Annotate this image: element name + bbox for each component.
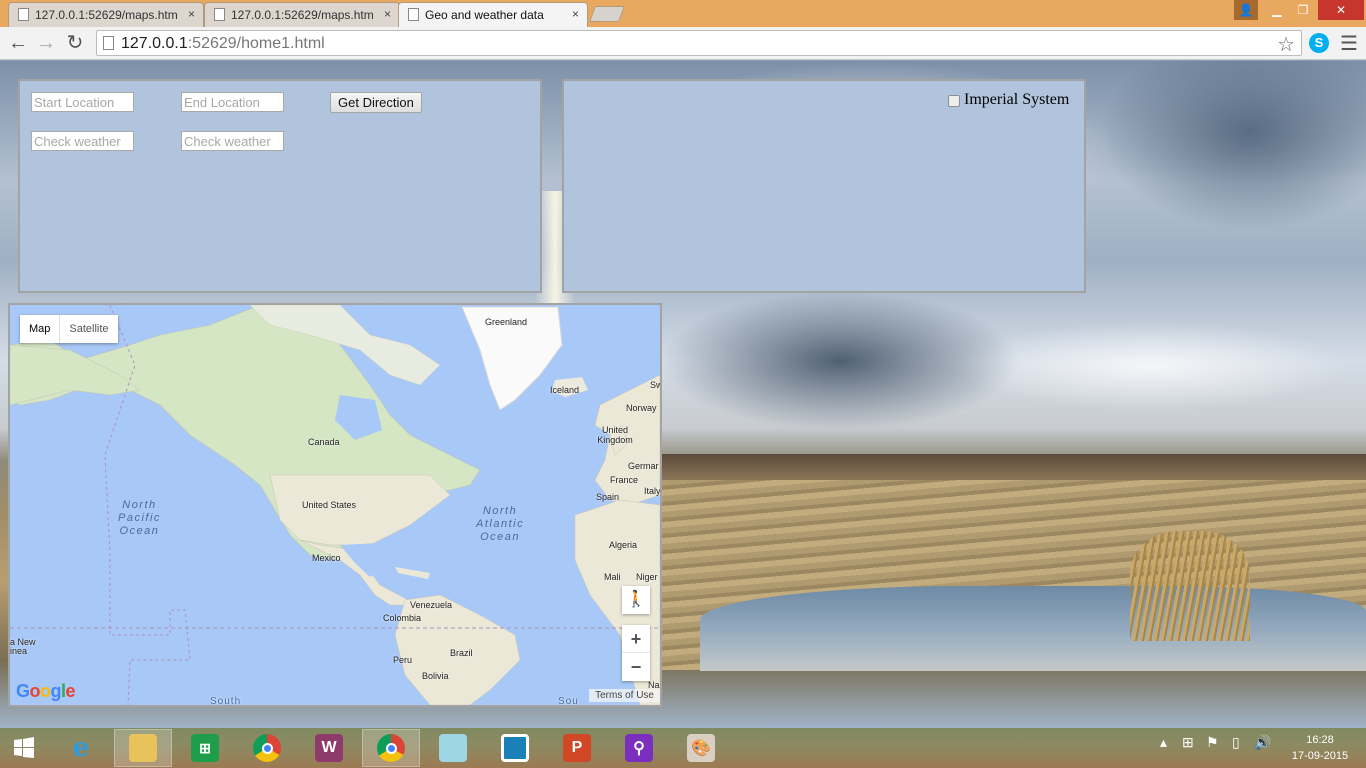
browser-toolbar: ← → ↻ 127.0.0.1:52629/home1.html ☆ S ☰	[0, 27, 1366, 60]
clock-time: 16:28	[1306, 734, 1334, 746]
map-label: Algeria	[609, 540, 638, 550]
terms-of-use-link[interactable]: Terms of Use	[589, 689, 660, 702]
back-arrow-icon[interactable]: ←	[6, 31, 30, 55]
start-button[interactable]	[0, 729, 48, 767]
imperial-system-checkbox[interactable]	[948, 95, 960, 107]
google-logo[interactable]: Google	[16, 681, 76, 702]
action-center-flag-icon[interactable]: ⚑	[1206, 734, 1219, 751]
search-icon[interactable]: ⚲	[610, 729, 668, 767]
windows-store-icon[interactable]: ⊞	[176, 729, 234, 767]
system-clock[interactable]: 16:28 17-09-2015	[1290, 732, 1350, 764]
map-type-satellite-button[interactable]: Satellite	[60, 315, 117, 343]
internet-explorer-icon[interactable]: e	[52, 729, 110, 767]
map-label: Sou	[558, 696, 579, 707]
zoom-in-button[interactable]: +	[622, 625, 650, 653]
restore-button[interactable]: ❐	[1290, 0, 1316, 20]
map-label: Venezuela	[410, 600, 453, 610]
map-label: South	[210, 696, 242, 707]
map-label: Niger	[636, 572, 658, 582]
notepad-icon[interactable]	[424, 729, 482, 767]
map-widget[interactable]: Map Satellite Greenland Iceland Sw Norwa…	[8, 303, 662, 707]
map-label: Colombia	[383, 613, 422, 623]
battery-icon[interactable]: ▯	[1232, 734, 1240, 751]
new-tab-button[interactable]	[589, 6, 625, 22]
clock-date: 17-09-2015	[1291, 750, 1349, 762]
browser-tab-2[interactable]: 127.0.0.1:52629/maps.htm ×	[204, 2, 400, 27]
map-type-map-button[interactable]: Map	[20, 315, 61, 343]
bookmark-star-icon[interactable]: ☆	[1277, 32, 1295, 57]
windows-logo-icon	[14, 737, 34, 758]
map-label: Greenland	[485, 317, 528, 327]
check-weather-input-1[interactable]	[31, 131, 134, 151]
map-label: Germar	[628, 461, 659, 471]
map-label: Norway	[626, 403, 657, 413]
address-bar[interactable]: 127.0.0.1:52629/home1.html ☆	[96, 30, 1302, 56]
page-icon	[408, 8, 419, 21]
file-explorer-icon[interactable]	[114, 729, 172, 767]
direction-panel: Get Direction	[18, 79, 542, 293]
zoom-out-button[interactable]: −	[622, 653, 650, 681]
reload-icon[interactable]: ↻	[63, 31, 87, 55]
browser-tab-active[interactable]: Geo and weather data ×	[398, 2, 588, 27]
map-label: Brazil	[450, 648, 473, 658]
url-text: 127.0.0.1:52629/home1.html	[121, 35, 325, 52]
tab-title: Geo and weather data	[425, 8, 544, 22]
zoom-control: + −	[622, 625, 650, 681]
minimize-button[interactable]: ▁	[1264, 0, 1290, 20]
weather-panel: Imperial System	[562, 79, 1086, 293]
close-tab-icon[interactable]: ×	[188, 7, 195, 21]
ocean-label: North Pacific Ocean	[118, 499, 161, 537]
user-profile-icon[interactable]: 👤	[1234, 0, 1258, 20]
winrar-icon[interactable]: W	[300, 729, 358, 767]
imperial-system-label: Imperial System	[964, 91, 1070, 108]
map-label: a New inea	[10, 637, 36, 656]
map-label: Bolivia	[422, 671, 449, 681]
check-weather-input-2[interactable]	[181, 131, 284, 151]
page-icon	[214, 8, 225, 21]
map-label: Sw	[650, 380, 662, 390]
app-icon[interactable]	[486, 729, 544, 767]
browser-tabstrip: 127.0.0.1:52629/maps.htm × 127.0.0.1:526…	[0, 0, 1366, 27]
tab-title: 127.0.0.1:52629/maps.htm	[231, 8, 374, 22]
street-view-pegman-icon[interactable]: 🚶	[622, 586, 650, 614]
paint-icon[interactable]: 🎨	[672, 729, 730, 767]
volume-icon[interactable]: 🔊	[1254, 734, 1271, 751]
map-label: Iceland	[550, 385, 580, 395]
page-icon	[103, 36, 114, 50]
chrome-icon[interactable]	[238, 729, 296, 767]
page-icon	[18, 8, 29, 21]
close-tab-icon[interactable]: ×	[384, 7, 391, 21]
chrome-active-icon[interactable]	[362, 729, 420, 767]
map-label: Italy	[644, 486, 661, 496]
start-location-input[interactable]	[31, 92, 134, 112]
close-tab-icon[interactable]: ×	[572, 7, 579, 21]
menu-icon[interactable]: ☰	[1340, 31, 1358, 56]
map-label: Mexico	[312, 553, 341, 563]
map-label: Canada	[308, 437, 340, 447]
powerpoint-icon[interactable]: P	[548, 729, 606, 767]
show-hidden-icons-icon[interactable]: ▴	[1160, 734, 1167, 751]
ocean-label: North Atlantic Ocean	[476, 505, 525, 543]
forward-arrow-icon[interactable]: →	[34, 31, 58, 55]
end-location-input[interactable]	[181, 92, 284, 112]
get-direction-button[interactable]: Get Direction	[330, 92, 422, 113]
skype-extension-icon[interactable]: S	[1309, 33, 1329, 53]
map-type-control: Map Satellite	[20, 315, 118, 343]
map-label: Mali	[604, 572, 621, 582]
browser-tab-1[interactable]: 127.0.0.1:52629/maps.htm ×	[8, 2, 204, 27]
close-window-button[interactable]: ✕	[1318, 0, 1364, 20]
map-label: Peru	[393, 655, 413, 665]
network-icon[interactable]: ⊞	[1182, 734, 1194, 751]
tab-title: 127.0.0.1:52629/maps.htm	[35, 8, 178, 22]
map-label: United Kingdom	[597, 425, 633, 445]
map-label: France	[610, 475, 639, 485]
windows-taskbar: e ⊞ W P ⚲ 🎨 ▴ ⊞ ⚑ ▯ 🔊 16:28 17-09-2015	[0, 728, 1366, 768]
map-label: United States	[302, 500, 357, 510]
map-label: Spain	[596, 492, 620, 502]
